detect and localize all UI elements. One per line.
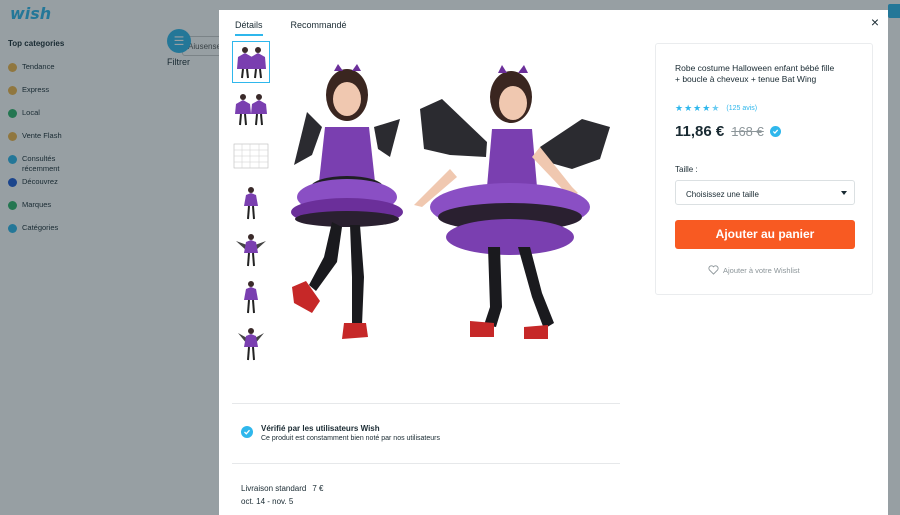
star-icon: ★ bbox=[684, 103, 693, 113]
review-count[interactable]: (125 avis) bbox=[726, 105, 757, 112]
product-modal: Détails Recommandé × Vérifié par les uti… bbox=[219, 10, 888, 515]
product-title: Robe costume Halloween enfant bébé fille… bbox=[675, 63, 835, 84]
add-to-wishlist-button[interactable]: Ajouter à votre Wishlist bbox=[708, 265, 800, 275]
divider-verified bbox=[232, 463, 620, 464]
main-product-image bbox=[282, 57, 622, 383]
price-check-icon bbox=[769, 126, 781, 137]
star-icon: ★ bbox=[693, 103, 702, 113]
star-icon: ★ bbox=[702, 103, 711, 113]
verified-description: Ce produit est constamment bien noté par… bbox=[261, 435, 440, 442]
thumbnail-6[interactable] bbox=[232, 276, 270, 318]
thumbnail-1[interactable] bbox=[232, 41, 270, 83]
size-select-value: Choisissez une taille bbox=[686, 190, 759, 199]
modal-tabs: Détails Recommandé bbox=[235, 10, 347, 36]
chevron-down-icon bbox=[841, 191, 847, 195]
tab-details[interactable]: Détails bbox=[235, 10, 263, 36]
thumbnail-5[interactable] bbox=[232, 229, 270, 271]
size-label: Taille : bbox=[675, 165, 698, 174]
thumbnail-4[interactable] bbox=[232, 182, 270, 224]
divider-images bbox=[232, 403, 620, 404]
thumbnail-2[interactable] bbox=[232, 88, 270, 130]
child-side-figure bbox=[414, 65, 610, 339]
star-half-icon: ★ bbox=[711, 103, 720, 113]
shipping-block: Livraison standard 7 € oct. 14 - nov. 5 bbox=[241, 484, 324, 506]
size-select[interactable]: Choisissez une taille bbox=[675, 180, 855, 205]
current-price: 11,86 € bbox=[675, 123, 725, 140]
shipping-price: 7 € bbox=[312, 484, 324, 493]
original-price: 168 € bbox=[731, 124, 764, 139]
rating[interactable]: ★ ★ ★ ★ ★ (125 avis) bbox=[675, 104, 757, 113]
shipping-title: Livraison standard bbox=[241, 484, 307, 493]
thumbnail-list bbox=[232, 41, 270, 370]
close-icon[interactable]: × bbox=[868, 15, 882, 29]
heart-icon bbox=[708, 265, 719, 275]
shipping-dates: oct. 14 - nov. 5 bbox=[241, 497, 294, 506]
add-to-cart-button[interactable]: Ajouter au panier bbox=[675, 220, 855, 249]
thumbnail-7[interactable] bbox=[232, 323, 270, 365]
price-row: 11,86 € 168 € bbox=[675, 123, 781, 140]
purchase-panel: Robe costume Halloween enfant bébé fille… bbox=[655, 43, 873, 295]
star-icon: ★ bbox=[675, 103, 684, 113]
tab-recommended[interactable]: Recommandé bbox=[291, 10, 347, 36]
verified-title: Vérifié par les utilisateurs Wish bbox=[261, 424, 380, 433]
verified-check-icon bbox=[241, 426, 253, 438]
thumbnail-3[interactable] bbox=[232, 135, 270, 177]
wishlist-label: Ajouter à votre Wishlist bbox=[723, 265, 800, 275]
child-front-figure bbox=[291, 64, 403, 339]
